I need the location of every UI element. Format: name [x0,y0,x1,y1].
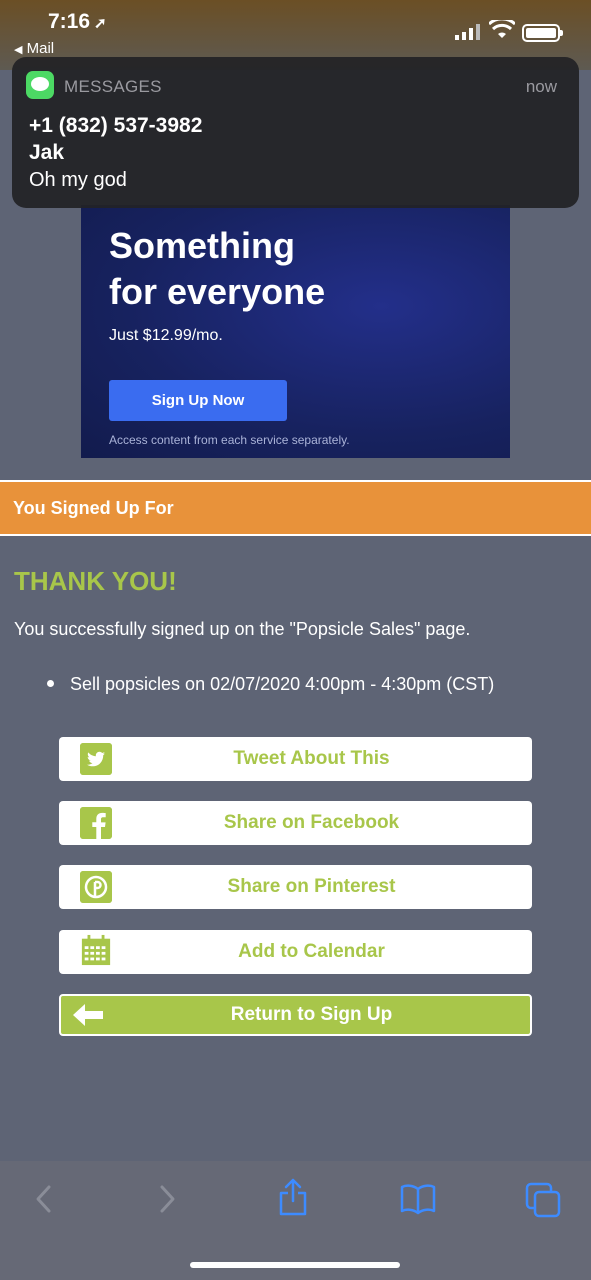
success-message: You successfully signed up on the "Popsi… [14,619,471,639]
facebook-share-button[interactable]: Share on Facebook [59,801,532,845]
facebook-icon [80,807,112,839]
back-label: Mail [26,40,55,57]
tweet-label: Tweet About This [233,748,390,769]
share-icon[interactable] [278,1177,308,1217]
pinterest-share-button[interactable]: Share on Pinterest [59,865,532,909]
notification-body: Oh my god [29,169,127,191]
home-indicator[interactable] [190,1262,400,1268]
return-to-sign-up-button[interactable]: Return to Sign Up [59,994,532,1036]
calendar-label: Add to Calendar [238,941,385,962]
ad-headline-line1: Something [109,225,295,266]
add-to-calendar-button[interactable]: Add to Calendar [59,930,532,974]
return-label: Return to Sign Up [230,1004,393,1025]
battery-icon [522,24,563,42]
clock: 7:16 [48,10,91,33]
pinterest-icon [80,871,112,903]
bullet-icon [47,679,54,687]
notification-sender: Jak [29,141,65,164]
ad-sign-up-button[interactable]: Sign Up Now [109,380,287,421]
cellular-signal-icon [455,24,480,40]
back-icon[interactable] [32,1181,56,1217]
status-time: 7:16 ➚ [48,10,107,34]
bookmarks-icon[interactable] [400,1183,436,1215]
section-header: You Signed Up For [0,480,591,536]
location-arrow-icon: ➚ [94,15,107,32]
facebook-label: Share on Facebook [223,812,400,833]
ad-headline-line2: for everyone [109,271,326,312]
message-notification[interactable]: MESSAGES now +1 (832) 537-3982 Jak Oh my… [12,57,579,208]
notification-time: now [525,77,557,96]
pinterest-label: Share on Pinterest [227,876,396,897]
ad-price: Just $12.99/mo. [109,327,223,344]
ad-banner[interactable]: Something for everyone Just $12.99/mo. S… [81,205,510,458]
twitter-icon [80,743,112,775]
calendar-icon [81,934,111,966]
back-triangle-icon: ◀ [14,44,23,56]
tabs-icon[interactable] [524,1181,562,1219]
notification-app-name: MESSAGES [64,77,162,96]
forward-icon[interactable] [155,1181,179,1217]
tweet-button[interactable]: Tweet About This [59,737,532,781]
arrow-left-icon [73,1004,103,1026]
slot-text: Sell popsicles on 02/07/2020 4:00pm - 4:… [70,674,495,694]
notification-phone: +1 (832) 537-3982 [29,114,203,137]
ad-headline: Something for everyone [109,223,409,315]
list-item: Sell popsicles on 02/07/2020 4:00pm - 4:… [47,674,494,695]
thank-you-heading: THANK YOU! [14,566,177,596]
ad-footnote: Access content from each service separat… [109,433,350,447]
back-to-mail-link[interactable]: ◀ Mail [14,40,54,57]
messages-app-icon [26,71,54,99]
wifi-icon [489,20,515,38]
